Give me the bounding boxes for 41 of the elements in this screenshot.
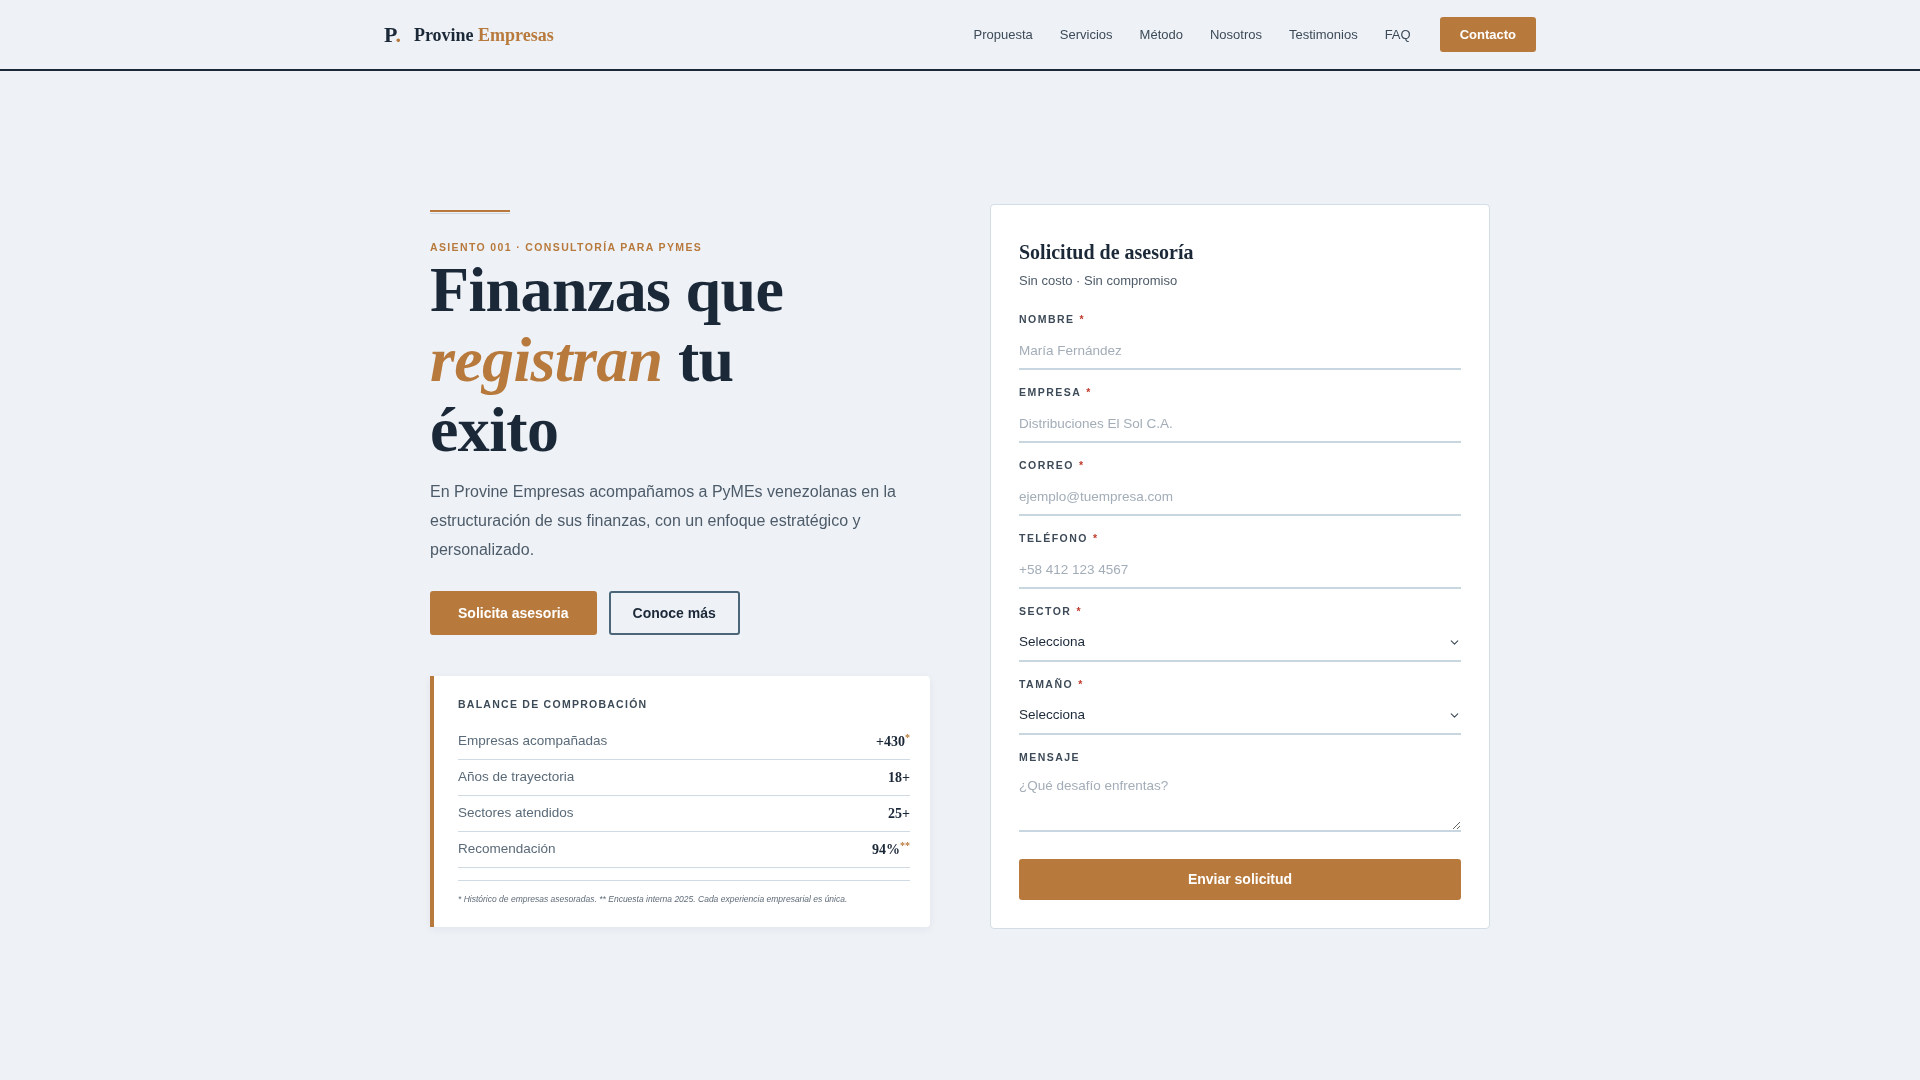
nav-link[interactable]: Servicios [1059,24,1113,45]
dropdown-select[interactable]: Selecciona [1019,697,1461,735]
field-label: TELÉFONO * [1019,531,1099,545]
request-button[interactable]: Solicita asesoria [430,591,597,635]
nav-link[interactable]: Testimonios [1289,24,1358,45]
field-label: EMPRESA * [1019,385,1092,399]
field-label: NOMBRE * [1019,312,1086,326]
nav-link[interactable]: Propuesta [973,24,1033,45]
hero-headline: Finanzas que registran tu éxito [430,255,785,465]
logo-mark[interactable]: P. [384,23,401,46]
nav-link[interactable]: Método [1139,24,1183,45]
stat-value: 94%$^{**}$ [872,839,910,859]
text-input[interactable]: +58 412 123 4567 [1019,551,1461,589]
submit-button[interactable]: Enviar solicitud [1019,859,1461,900]
nav-link[interactable]: FAQ [1384,24,1411,45]
field-label: CORREO * [1019,458,1085,472]
stat-value: 18+ [888,769,910,787]
eyebrow-text: ASIENTO 001 · CONSULTORÍA PARA PYMES [430,240,703,254]
form-subtitle: Sin costo · Sin compromiso [1019,272,1179,290]
message-textarea[interactable]: ¿Qué desafío enfrentas? [1019,770,1461,832]
stat-label: Recomendación [458,840,556,859]
footnote-text: * Histórico de empresas asesoradas. ** Encuesta interna 2025. Cada experiencia empresarial es única. [458,893,849,906]
text-input[interactable]: María Fernández [1019,332,1461,370]
card-title: BALANCE DE COMPROBACIÓN [458,697,649,711]
stat-label: Años de trayectoria [458,768,575,787]
form-title: Solicitud de asesoría [1019,240,1195,265]
stat-label: Empresas acompañadas [458,732,608,751]
field-label: MENSAJE [1019,750,1081,764]
stat-label: Sectores atendidos [458,804,574,823]
dropdown-select[interactable]: Selecciona [1019,624,1461,662]
nav-link[interactable]: Nosotros [1209,24,1262,45]
stat-value: 25+ [888,805,910,823]
text-input[interactable]: ejemplo@tuempresa.com [1019,478,1461,516]
stat-value: +430$^{*}$ [876,731,910,751]
contact-button[interactable]: Contacto [1439,17,1536,52]
field-label: SECTOR * [1019,604,1082,618]
field-label: TAMAÑO * [1019,677,1084,691]
text-input[interactable]: Distribuciones El Sol C.A. [1019,405,1461,443]
learn-more-button[interactable]: Conoce más [608,591,740,635]
brand-name[interactable]: Provine Empresas [413,25,554,44]
intro-paragraph: En Provine Empresas acompañamos a PyMEs venezolanas en la estructuración de sus finanzas, con un enfoque estratégico y personalizado. [430,482,897,560]
